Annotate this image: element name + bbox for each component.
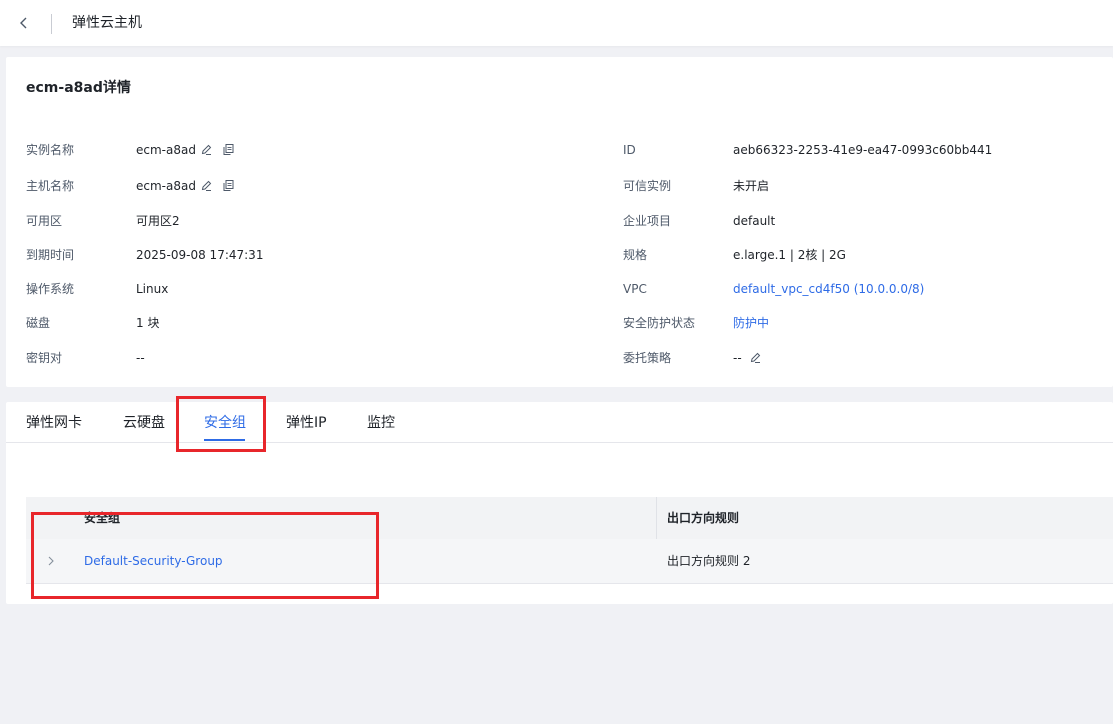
protection-status-link[interactable]: 防护中	[733, 315, 769, 331]
column-header-egress-rules: 出口方向规则	[667, 511, 740, 525]
tab-elastic-nic[interactable]: 弹性网卡	[26, 414, 82, 432]
info-label: 委托策略	[623, 351, 672, 365]
info-label: 可用区	[26, 214, 63, 228]
info-label: VPC	[623, 282, 647, 296]
edit-icon[interactable]	[749, 351, 762, 364]
topbar-divider	[51, 14, 52, 34]
copy-icon[interactable]	[222, 143, 235, 156]
info-label: 到期时间	[26, 248, 75, 262]
info-value: 未开启	[733, 179, 770, 193]
info-value: aeb66323-2253-41e9-ea47-0993c60bb441	[733, 143, 993, 157]
info-value: 1 块	[136, 316, 160, 330]
instance-detail-card: ecm-a8ad详情 实例名称 ecm-a8ad 主机名称 ecm-a8ad 可…	[6, 57, 1113, 387]
highlight-box-tab	[176, 396, 266, 452]
column-divider	[656, 497, 657, 539]
egress-rules-cell: 出口方向规则 2	[667, 554, 751, 568]
info-value: ecm-a8ad	[136, 179, 196, 193]
info-label: 实例名称	[26, 143, 75, 157]
info-value: 可用区2	[136, 214, 180, 228]
info-label: 密钥对	[26, 351, 63, 365]
tab-monitoring[interactable]: 监控	[367, 414, 395, 432]
info-label: 安全防护状态	[623, 316, 696, 330]
info-value: default	[733, 214, 776, 228]
highlight-box-row	[31, 512, 379, 599]
tab-cloud-disk[interactable]: 云硬盘	[123, 414, 165, 432]
info-label: 操作系统	[26, 282, 75, 296]
tab-elastic-ip[interactable]: 弹性IP	[286, 414, 327, 432]
page-title: 弹性云主机	[72, 15, 142, 31]
edit-icon[interactable]	[200, 179, 213, 192]
info-value: 2025-09-08 17:47:31	[136, 248, 264, 262]
info-value: --	[733, 351, 742, 365]
info-value: e.large.1 | 2核 | 2G	[733, 248, 846, 262]
info-label: 主机名称	[26, 179, 75, 193]
info-value: --	[136, 351, 145, 365]
info-label: 企业项目	[623, 214, 672, 228]
info-label: ID	[623, 143, 636, 157]
copy-icon[interactable]	[222, 179, 235, 192]
vpc-link[interactable]: default_vpc_cd4f50 (10.0.0.0/8)	[733, 281, 924, 297]
info-label: 规格	[623, 248, 648, 262]
info-label: 可信实例	[623, 179, 672, 193]
info-value: Linux	[136, 282, 169, 296]
back-arrow-icon[interactable]	[17, 14, 31, 32]
info-label: 磁盘	[26, 316, 51, 330]
info-value: ecm-a8ad	[136, 143, 196, 157]
edit-icon[interactable]	[200, 143, 213, 156]
top-bar: 弹性云主机	[0, 0, 1113, 46]
detail-title: ecm-a8ad详情	[26, 80, 131, 96]
tab-bar: 弹性网卡 云硬盘 安全组 弹性IP 监控	[6, 402, 1113, 443]
